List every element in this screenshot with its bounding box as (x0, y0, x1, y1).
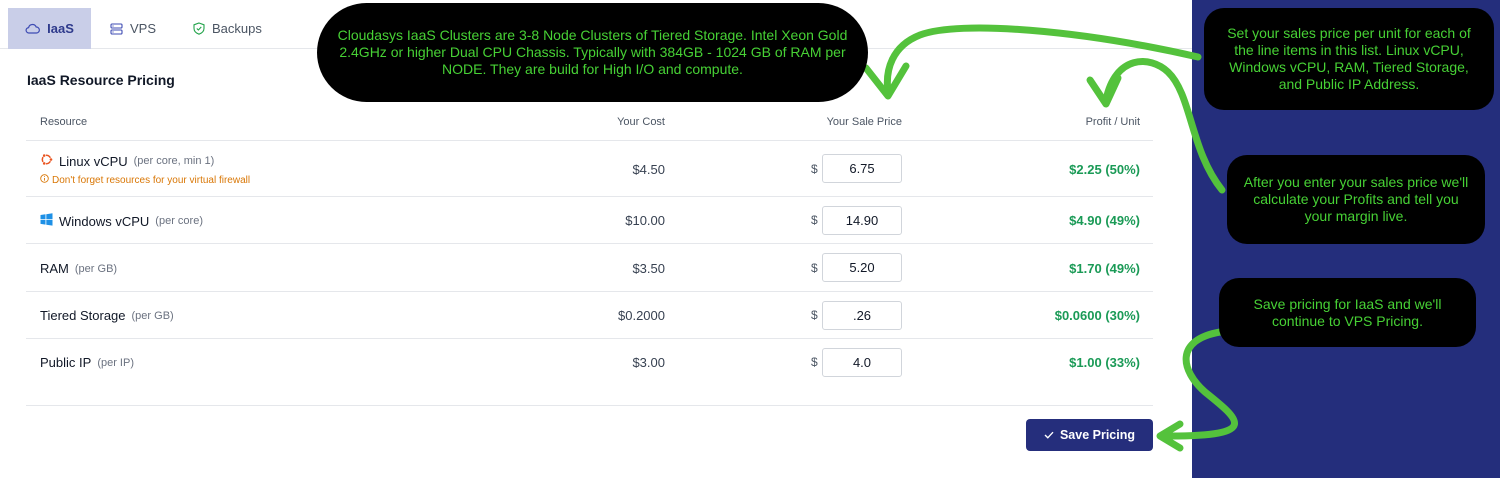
profit-value: $4.90 (49%) (1069, 213, 1140, 228)
resource-name: Windows vCPU (per core) (40, 213, 203, 229)
sale-price-input-linux-vcpu[interactable] (822, 154, 902, 183)
page-title: IaaS Resource Pricing (27, 72, 175, 88)
resource-unit: (per IP) (97, 356, 134, 369)
table-row: Tiered Storage (per GB) $0.2000 $ $0.060… (26, 292, 1153, 339)
profit-value: $1.00 (33%) (1069, 355, 1140, 370)
profit-value: $0.0600 (30%) (1054, 308, 1140, 323)
resource-label: Windows vCPU (59, 213, 150, 229)
cloud-icon (25, 23, 41, 34)
header-cost: Your Cost (617, 116, 665, 128)
resource-unit: (per GB) (74, 262, 118, 275)
cost-value: $3.50 (632, 261, 665, 276)
resource-label: Linux vCPU (59, 153, 128, 169)
annotation-set-price: Set your sales price per unit for each o… (1204, 8, 1494, 110)
resource-name: Linux vCPU (per core, min 1) (40, 153, 214, 169)
cost-value: $4.50 (632, 162, 665, 177)
resource-label: Tiered Storage (40, 308, 126, 323)
header-sale-price: Your Sale Price (826, 116, 902, 128)
sale-price-input-ram[interactable] (822, 253, 902, 282)
shield-check-icon (193, 22, 205, 35)
resource-unit: (per GB) (131, 309, 174, 322)
ubuntu-icon (40, 153, 53, 169)
tab-vps[interactable]: VPS (92, 8, 174, 49)
header-profit: Profit / Unit (1085, 116, 1140, 128)
divider (26, 405, 1153, 406)
annotation-profits: After you enter your sales price we'll c… (1227, 155, 1485, 244)
save-pricing-button[interactable]: Save Pricing (1026, 419, 1153, 451)
check-icon (1044, 428, 1054, 442)
resource-name: Tiered Storage (per GB) (40, 308, 174, 323)
resource-unit: (per core) (155, 215, 203, 227)
cost-value: $10.00 (625, 213, 665, 228)
currency-symbol: $ (811, 261, 818, 275)
header-resource: Resource (40, 116, 88, 128)
cost-value: $3.00 (632, 355, 665, 370)
tab-label: Backups (212, 21, 262, 36)
sale-price-input-public-ip[interactable] (822, 348, 902, 377)
profit-value: $2.25 (50%) (1069, 162, 1140, 177)
currency-symbol: $ (811, 355, 818, 369)
resource-label: RAM (40, 261, 69, 276)
table-row: Public IP (per IP) $3.00 $ $1.00 (33%) (26, 339, 1153, 386)
pricing-table: Resource Your Cost Your Sale Price Profi… (26, 103, 1153, 386)
cost-value: $0.2000 (618, 308, 665, 323)
resource-unit: (per core, min 1) (133, 155, 215, 167)
save-button-label: Save Pricing (1059, 428, 1136, 442)
sale-price-input-windows-vcpu[interactable] (822, 206, 902, 235)
annotation-save: Save pricing for IaaS and we'll continue… (1219, 278, 1476, 347)
currency-symbol: $ (811, 213, 818, 227)
tab-iaas[interactable]: IaaS (8, 8, 91, 49)
tab-backups[interactable]: Backups (175, 8, 280, 49)
resource-label: Public IP (40, 355, 92, 370)
table-row: Linux vCPU (per core, min 1) Don't forge… (26, 141, 1153, 197)
resource-name: RAM (per GB) (40, 261, 117, 276)
windows-icon (40, 213, 53, 229)
tab-label: IaaS (47, 21, 74, 36)
resource-name: Public IP (per IP) (40, 355, 134, 370)
profit-value: $1.70 (49%) (1069, 261, 1140, 276)
info-icon (40, 174, 49, 186)
firewall-warning: Don't forget resources for your virtual … (40, 174, 250, 186)
annotation-clusters: Cloudasys IaaS Clusters are 3-8 Node Clu… (317, 3, 868, 102)
table-row: RAM (per GB) $3.50 $ $1.70 (49%) (26, 244, 1153, 292)
table-header: Resource Your Cost Your Sale Price Profi… (26, 103, 1153, 141)
server-icon (110, 22, 123, 35)
table-row: Windows vCPU (per core) $10.00 $ $4.90 (… (26, 197, 1153, 244)
sale-price-input-tiered-storage[interactable] (822, 301, 902, 330)
currency-symbol: $ (811, 162, 818, 176)
warning-text: Don't forget resources for your virtual … (52, 174, 251, 186)
currency-symbol: $ (811, 308, 818, 322)
tab-label: VPS (130, 21, 157, 36)
